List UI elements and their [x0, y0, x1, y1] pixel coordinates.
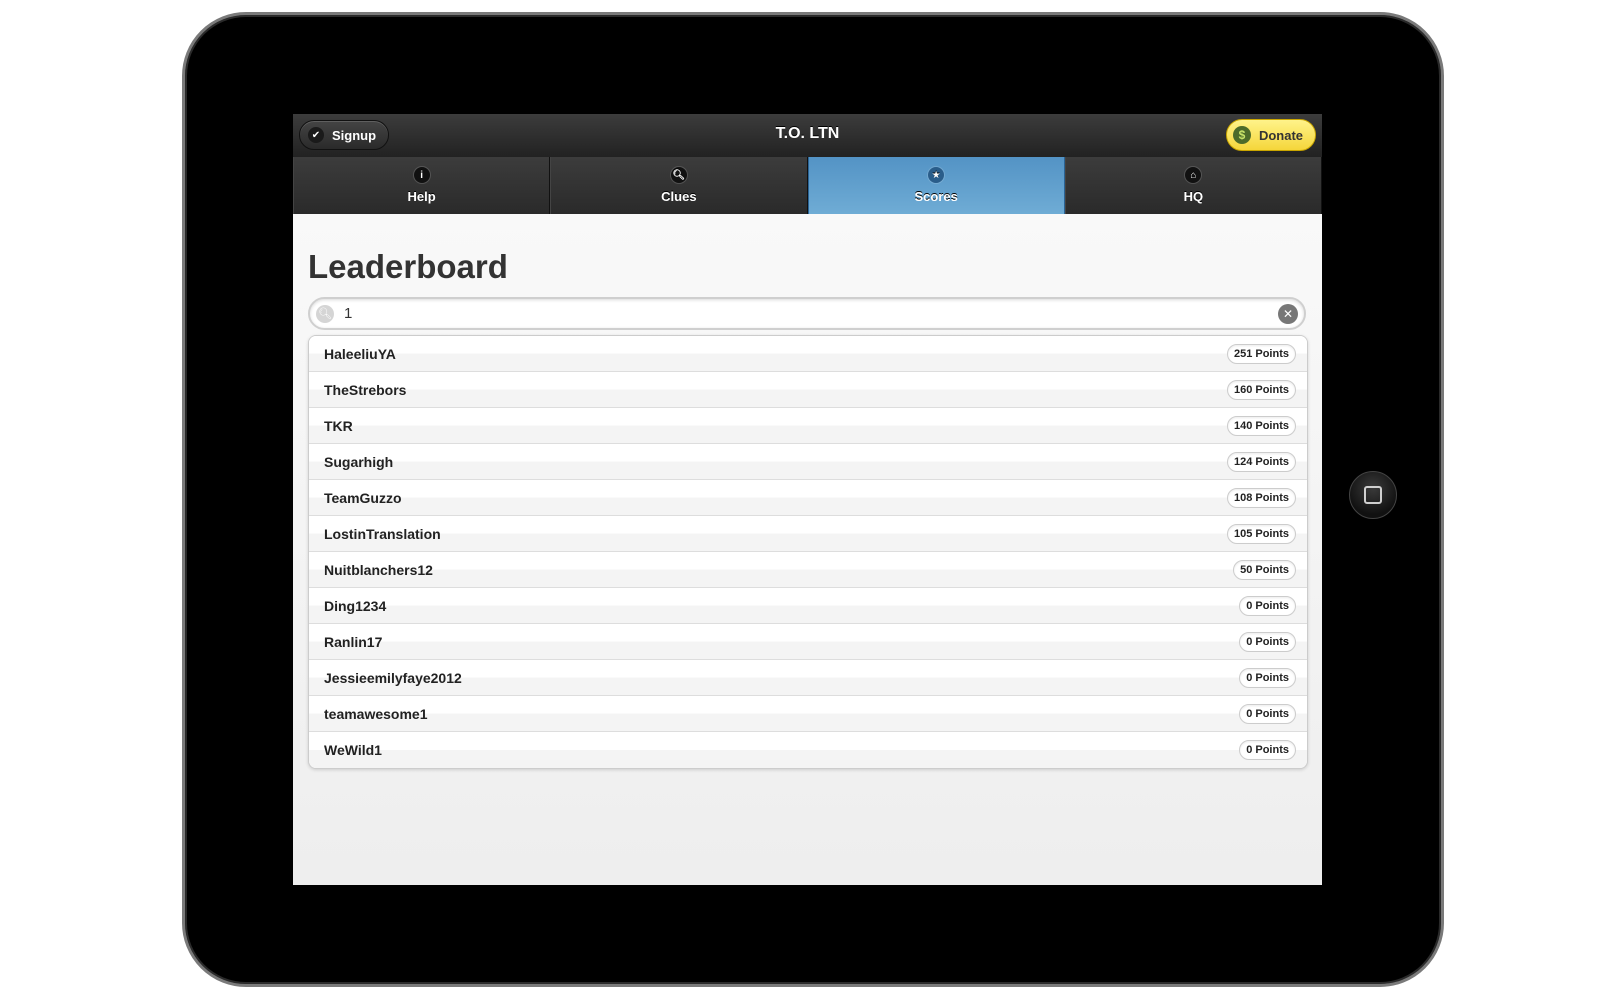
- team-name: Sugarhigh: [324, 453, 394, 470]
- list-item[interactable]: Jessieemilyfaye2012 0 Points: [309, 660, 1307, 696]
- search-bar: 🔍︎ ✕: [308, 297, 1306, 330]
- list-item[interactable]: TheStrebors 160 Points: [309, 372, 1307, 408]
- search-icon: 🔍︎: [670, 167, 687, 183]
- search-icon: 🔍︎: [316, 304, 334, 323]
- list-item[interactable]: Sugarhigh 124 Points: [309, 444, 1307, 480]
- page-title: Leaderboard: [308, 248, 508, 285]
- list-item[interactable]: LostinTranslation 105 Points: [309, 516, 1307, 552]
- list-item[interactable]: TKR 140 Points: [309, 408, 1307, 444]
- signup-button[interactable]: ✔ Signup: [299, 120, 390, 150]
- star-icon: ★: [928, 167, 945, 183]
- list-item[interactable]: WeWild1 0 Points: [309, 732, 1307, 768]
- tab-help[interactable]: i Help: [293, 157, 551, 214]
- tab-clues[interactable]: 🔍︎ Clues: [550, 157, 808, 214]
- points-badge: 0 Points: [1239, 740, 1296, 760]
- list-item[interactable]: Ranlin17 0 Points: [309, 624, 1307, 660]
- points-badge: 0 Points: [1239, 667, 1296, 688]
- points-badge: 140 Points: [1226, 415, 1296, 436]
- points-badge: 0 Points: [1239, 703, 1296, 724]
- app-screen: T.O. LTN ✔ Signup $ Donate i Help 🔍︎ Clu…: [293, 114, 1322, 885]
- tab-label: Clues: [661, 189, 697, 204]
- team-name: Ding1234: [324, 597, 387, 614]
- tab-bar: i Help 🔍︎ Clues ★ Scores ⌂ HQ: [293, 157, 1322, 214]
- team-name: Ranlin17: [324, 633, 383, 650]
- tab-hq[interactable]: ⌂ HQ: [1064, 157, 1322, 214]
- team-name: TKR: [324, 417, 353, 434]
- points-badge: 50 Points: [1233, 559, 1296, 580]
- leaderboard-list: HaleeliuYA 251 Points TheStrebors 160 Point…: [308, 335, 1308, 769]
- home-square-icon: [1364, 486, 1382, 504]
- list-item[interactable]: TeamGuzzo 108 Points: [309, 480, 1307, 516]
- team-name: teamawesome1: [324, 705, 428, 722]
- app-header: T.O. LTN ✔ Signup $ Donate: [293, 114, 1322, 158]
- home-button[interactable]: [1349, 471, 1397, 519]
- points-badge: 105 Points: [1226, 523, 1296, 544]
- donate-label: Donate: [1258, 127, 1303, 143]
- team-name: LostinTranslation: [324, 525, 441, 542]
- points-badge: 0 Points: [1239, 631, 1296, 652]
- info-icon: i: [413, 167, 430, 183]
- points-badge: 160 Points: [1226, 379, 1296, 400]
- list-item[interactable]: teamawesome1 0 Points: [309, 696, 1307, 732]
- team-name: Nuitblanchers12: [324, 561, 433, 578]
- team-name: WeWild1: [324, 742, 382, 758]
- tab-scores[interactable]: ★ Scores: [807, 157, 1065, 214]
- app-title: T.O. LTN: [775, 125, 840, 142]
- list-item[interactable]: Ding1234 0 Points: [309, 588, 1307, 624]
- home-icon: ⌂: [1185, 167, 1202, 183]
- check-icon: ✔: [308, 127, 324, 143]
- points-badge: 108 Points: [1226, 487, 1296, 508]
- signup-label: Signup: [332, 127, 377, 143]
- team-name: Jessieemilyfaye2012: [324, 669, 462, 686]
- points-badge: 0 Points: [1239, 595, 1296, 616]
- points-badge: 124 Points: [1226, 451, 1296, 472]
- list-item[interactable]: HaleeliuYA 251 Points: [309, 336, 1307, 372]
- tab-label: Scores: [914, 189, 958, 204]
- search-input[interactable]: [342, 304, 1278, 323]
- tab-label: Help: [407, 189, 436, 204]
- list-item[interactable]: Nuitblanchers12 50 Points: [309, 552, 1307, 588]
- tab-label: HQ: [1183, 189, 1204, 204]
- main-content: Leaderboard 🔍︎ ✕ HaleeliuYA 251 Points The…: [293, 214, 1322, 885]
- dollar-icon: $: [1232, 126, 1251, 144]
- team-name: TeamGuzzo: [324, 489, 402, 506]
- team-name: TheStrebors: [324, 381, 407, 398]
- donate-button[interactable]: $ Donate: [1225, 119, 1316, 151]
- points-badge: 251 Points: [1226, 343, 1296, 364]
- team-name: HaleeliuYA: [324, 345, 396, 362]
- clear-icon[interactable]: ✕: [1278, 303, 1298, 324]
